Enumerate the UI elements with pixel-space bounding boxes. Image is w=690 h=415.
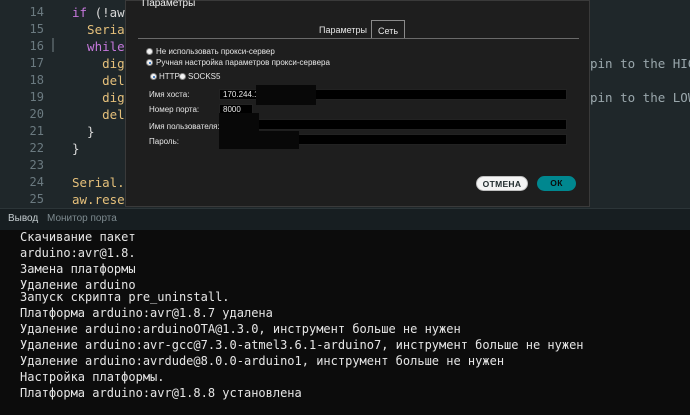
tab-network[interactable]: Сеть (371, 20, 405, 39)
radio-http[interactable] (150, 73, 157, 80)
line-number: 21 (29, 124, 44, 138)
radio-socks5[interactable] (179, 73, 186, 80)
port-label: Номер порта: (149, 105, 200, 114)
code-keyword: if (72, 5, 88, 20)
redaction-mark (219, 113, 259, 133)
radio-manual-proxy[interactable] (146, 59, 153, 66)
redaction-mark (219, 131, 299, 149)
line-number: 23 (29, 158, 44, 172)
output-line: Удаление arduino:arduinoOTA@1.3.0, инстр… (20, 322, 461, 336)
code-line: digi (72, 90, 133, 105)
code-line: } (72, 141, 80, 156)
output-line: Удаление arduino:avrdude@8.0.0-arduino1,… (20, 354, 505, 368)
code-line: dela (72, 107, 133, 122)
gutter-fold-marker (52, 38, 54, 52)
code-line: aw.reset (72, 192, 133, 207)
dialog-title: Параметры (142, 0, 196, 9)
dialog-titlebar[interactable]: Параметры (126, 0, 589, 13)
output-line: Настройка платформы. (20, 370, 165, 384)
host-label: Имя хоста: (149, 90, 190, 99)
output-line: Платформа arduino:avr@1.8.7 удалена (20, 306, 273, 320)
tab-settings[interactable]: Параметры (315, 20, 371, 38)
radio-http-label: HTTP (159, 72, 180, 81)
line-number: 17 (29, 56, 44, 70)
redaction-mark (256, 85, 316, 105)
code-line: Serial.p (72, 175, 133, 190)
output-line: Скачивание пакет (20, 230, 136, 244)
tab-serial-monitor[interactable]: Монитор порта (47, 213, 117, 224)
password-label: Пароль: (149, 137, 179, 146)
output-console[interactable]: Скачивание пакет arduino:avr@1.8. Замена… (0, 230, 690, 415)
code-line: } (72, 124, 95, 139)
output-line: Платформа arduino:avr@1.8.8 установлена (20, 386, 302, 400)
line-number: 14 (29, 5, 44, 19)
code-line: if (!aw. (72, 4, 132, 21)
line-number: 18 (29, 73, 44, 87)
output-panel-tabs: Вывод Монитор порта (0, 208, 690, 231)
line-number: 16 (29, 39, 44, 53)
radio-manual-proxy-label: Ручная настройка параметров прокси-серве… (156, 58, 330, 67)
radio-no-proxy-label: Не использовать прокси-сервер (156, 47, 275, 56)
code-line: digi (72, 56, 133, 71)
line-number: 19 (29, 90, 44, 104)
line-number: 25 (29, 192, 44, 206)
line-number: 20 (29, 107, 44, 121)
line-number: 24 (29, 175, 44, 189)
cancel-button[interactable]: ОТМЕНА (476, 176, 528, 191)
code-line: dela (72, 73, 133, 88)
code-comment: pin to the HIGH (590, 56, 690, 71)
output-line: Замена платформы (20, 262, 136, 276)
tab-output[interactable]: Вывод (8, 213, 38, 224)
line-number: 22 (29, 141, 44, 155)
radio-socks5-label: SOCKS5 (188, 72, 221, 81)
tab-divider (138, 38, 579, 39)
code-line: Serial (72, 22, 133, 37)
output-line: Удаление arduino:avr-gcc@7.3.0-atmel3.6.… (20, 338, 584, 352)
output-line: Запуск скрипта pre_uninstall. (20, 290, 230, 304)
ok-button[interactable]: ОК (537, 176, 576, 191)
line-number: 15 (29, 22, 44, 36)
username-label: Имя пользователя: (149, 122, 220, 131)
preferences-dialog: Параметры Параметры Сеть Не использовать… (125, 0, 590, 207)
code-comment: pin to the LOW v (590, 90, 690, 105)
radio-no-proxy[interactable] (146, 48, 153, 55)
output-line: arduino:avr@1.8. (20, 246, 136, 260)
code-line: while (72, 39, 125, 54)
username-field[interactable] (219, 119, 567, 130)
